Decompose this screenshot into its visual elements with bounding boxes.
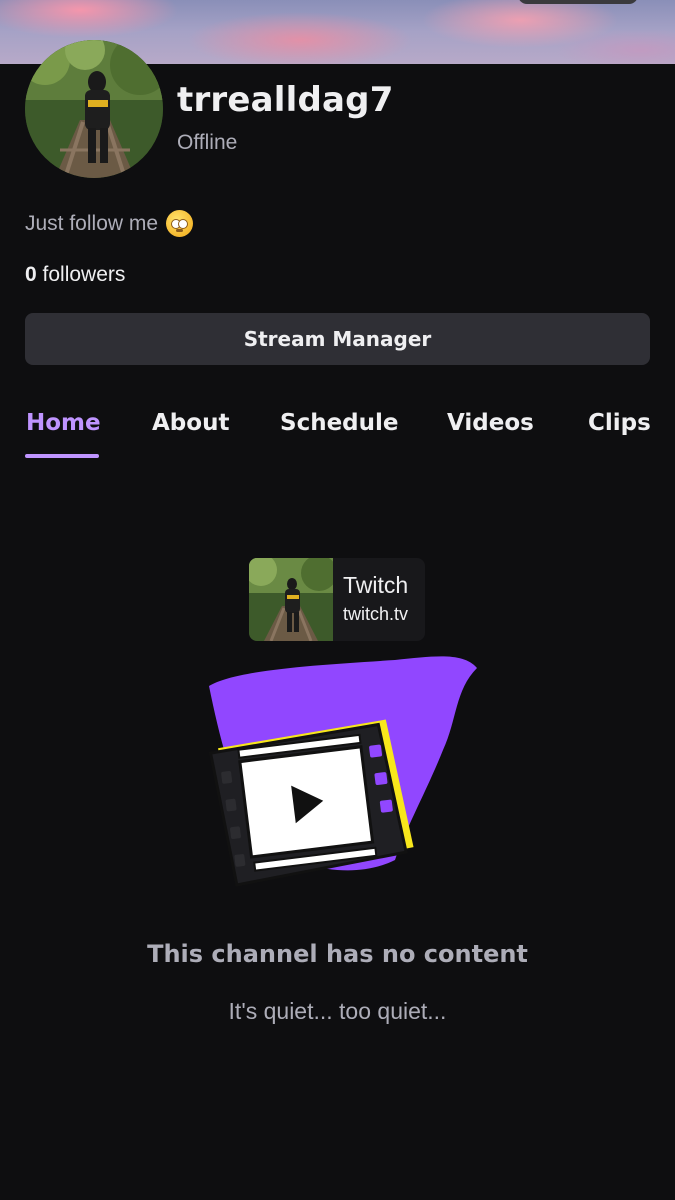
rolling-eyes-emoji-icon bbox=[166, 210, 194, 237]
active-tab-indicator bbox=[25, 454, 99, 458]
link-card-title: Twitch bbox=[343, 572, 409, 598]
channel-tabs: Home About Schedule Videos Clips bbox=[0, 402, 675, 462]
tab-schedule[interactable]: Schedule bbox=[280, 410, 399, 436]
channel-username: trrealldag7 bbox=[177, 80, 394, 120]
followers-label: followers bbox=[42, 263, 126, 286]
channel-bio: Just follow me bbox=[25, 210, 194, 237]
tab-clips[interactable]: Clips bbox=[588, 410, 651, 436]
tab-about[interactable]: About bbox=[152, 410, 229, 436]
empty-state-subtitle: It's quiet... too quiet... bbox=[228, 998, 447, 1024]
link-card-url: twitch.tv bbox=[343, 604, 409, 624]
followers-number: 0 bbox=[25, 263, 37, 286]
bio-text: Just follow me bbox=[25, 211, 159, 235]
stream-manager-button[interactable]: Stream Manager bbox=[25, 313, 650, 365]
tab-home[interactable]: Home bbox=[26, 410, 101, 436]
link-thumbnail bbox=[249, 558, 333, 641]
empty-state-title: This channel has no content bbox=[147, 940, 528, 968]
channel-status: Offline bbox=[177, 131, 238, 154]
banner-overlay-pill[interactable] bbox=[518, 0, 638, 4]
tab-videos[interactable]: Videos bbox=[447, 410, 534, 436]
channel-page: trrealldag7 Offline Just follow me 0 fol… bbox=[0, 0, 675, 1200]
followers-count: 0 followers bbox=[25, 263, 125, 287]
avatar[interactable] bbox=[25, 40, 163, 178]
twitch-link-card[interactable]: Twitch twitch.tv bbox=[249, 558, 425, 641]
empty-content-illustration bbox=[195, 650, 485, 900]
avatar-photo bbox=[25, 40, 163, 178]
